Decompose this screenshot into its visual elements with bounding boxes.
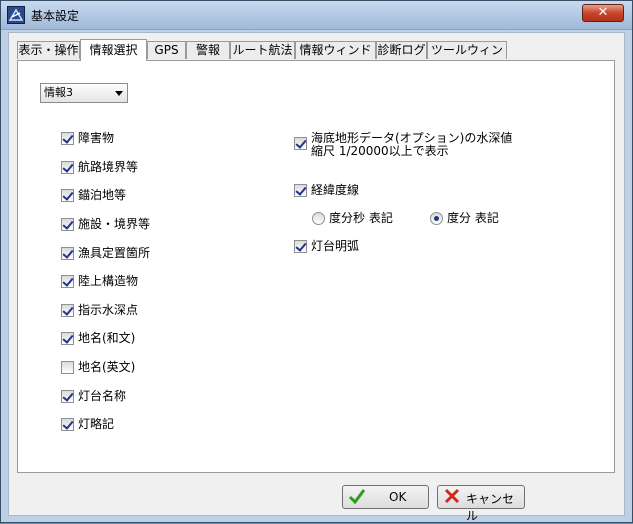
window-title: 基本設定 xyxy=(31,9,80,23)
x-cancel-icon xyxy=(444,488,460,504)
checkbox-label: 漁具定置箇所 xyxy=(78,246,151,260)
checkbox-box[interactable] xyxy=(61,218,74,231)
radio-circle[interactable] xyxy=(312,212,325,225)
checkbox-label: 錨泊地等 xyxy=(78,188,127,202)
checkbox-box[interactable] xyxy=(61,361,74,374)
checkmark-icon xyxy=(348,489,366,504)
checkbox-label: 航路境界等 xyxy=(78,160,139,174)
ok-button[interactable]: OK xyxy=(342,485,429,509)
checkbox-label: 地名(英文) xyxy=(78,360,136,374)
close-icon: ✕ xyxy=(597,5,609,20)
dialog-body: 表示・操作 情報選択 GPS 警報 ルート航法 情報ウィンドウ 診断ログ ツール… xyxy=(8,32,625,523)
tab-info-select[interactable]: 情報選択 xyxy=(80,39,147,61)
checkbox-label: 施設・境界等 xyxy=(78,217,151,231)
cancel-button[interactable]: キャンセル xyxy=(437,485,525,523)
info-level-select[interactable]: 情報3 xyxy=(40,83,128,103)
tab-diagnostic-log[interactable]: 診断ログ xyxy=(376,41,427,59)
checkbox-box[interactable] xyxy=(294,184,307,197)
checkbox-box[interactable] xyxy=(294,240,307,253)
checkbox-label: 灯略記 xyxy=(78,417,115,431)
seafloor-depth-line2: 縮尺 1/20000以上で表示 xyxy=(311,144,449,158)
checkbox-box[interactable] xyxy=(61,132,74,145)
tab-gps[interactable]: GPS xyxy=(147,41,186,59)
chevron-down-icon xyxy=(115,91,123,96)
radio-circle[interactable] xyxy=(430,212,443,225)
checkbox-box[interactable] xyxy=(294,137,307,150)
checkbox-box[interactable] xyxy=(61,418,74,431)
checkbox-box[interactable] xyxy=(61,161,74,174)
checkbox-box[interactable] xyxy=(61,247,74,260)
tab-alarm[interactable]: 警報 xyxy=(186,41,230,59)
settings-window: 基本設定 ✕ 表示・操作 情報選択 GPS 警報 ルート航法 情報ウィンドウ 診… xyxy=(0,0,633,523)
close-button[interactable]: ✕ xyxy=(582,4,624,22)
checkbox-label: 灯台名称 xyxy=(78,389,127,403)
tab-route-navigation[interactable]: ルート航法 xyxy=(230,41,295,59)
tab-tool-window[interactable]: ツールウィンドウ xyxy=(427,41,507,74)
checkbox-box[interactable] xyxy=(61,275,74,288)
checkbox-box[interactable] xyxy=(61,332,74,345)
checkbox-label: 陸上構造物 xyxy=(78,274,139,288)
checkbox-label: 障害物 xyxy=(78,131,115,145)
radio-label: 度分秒 表記 xyxy=(329,211,393,225)
tab-info-window[interactable]: 情報ウィンドウ xyxy=(295,41,376,74)
checkbox-label: 経緯度線 xyxy=(311,183,360,197)
app-icon xyxy=(7,6,25,24)
tab-display-operation[interactable]: 表示・操作 xyxy=(17,41,80,59)
checkbox-label: 地名(和文) xyxy=(78,331,136,345)
checkbox-box[interactable] xyxy=(61,390,74,403)
checkbox-label: 指示水深点 xyxy=(78,303,139,317)
checkbox-box[interactable] xyxy=(61,189,74,202)
radio-label: 度分 表記 xyxy=(447,211,499,225)
checkbox-label: 灯台明弧 xyxy=(311,239,360,253)
info-level-value: 情報3 xyxy=(44,86,73,99)
info-select-panel: 情報3 障害物 航路境界等 錨泊地等 施設・境界等 漁具定置箇所 陸上構造物 指… xyxy=(17,60,615,473)
title-bar[interactable]: 基本設定 ✕ xyxy=(1,1,632,30)
ok-button-label: OK xyxy=(389,490,407,504)
checkbox-box[interactable] xyxy=(61,304,74,317)
cancel-button-label: キャンセル xyxy=(466,492,515,523)
